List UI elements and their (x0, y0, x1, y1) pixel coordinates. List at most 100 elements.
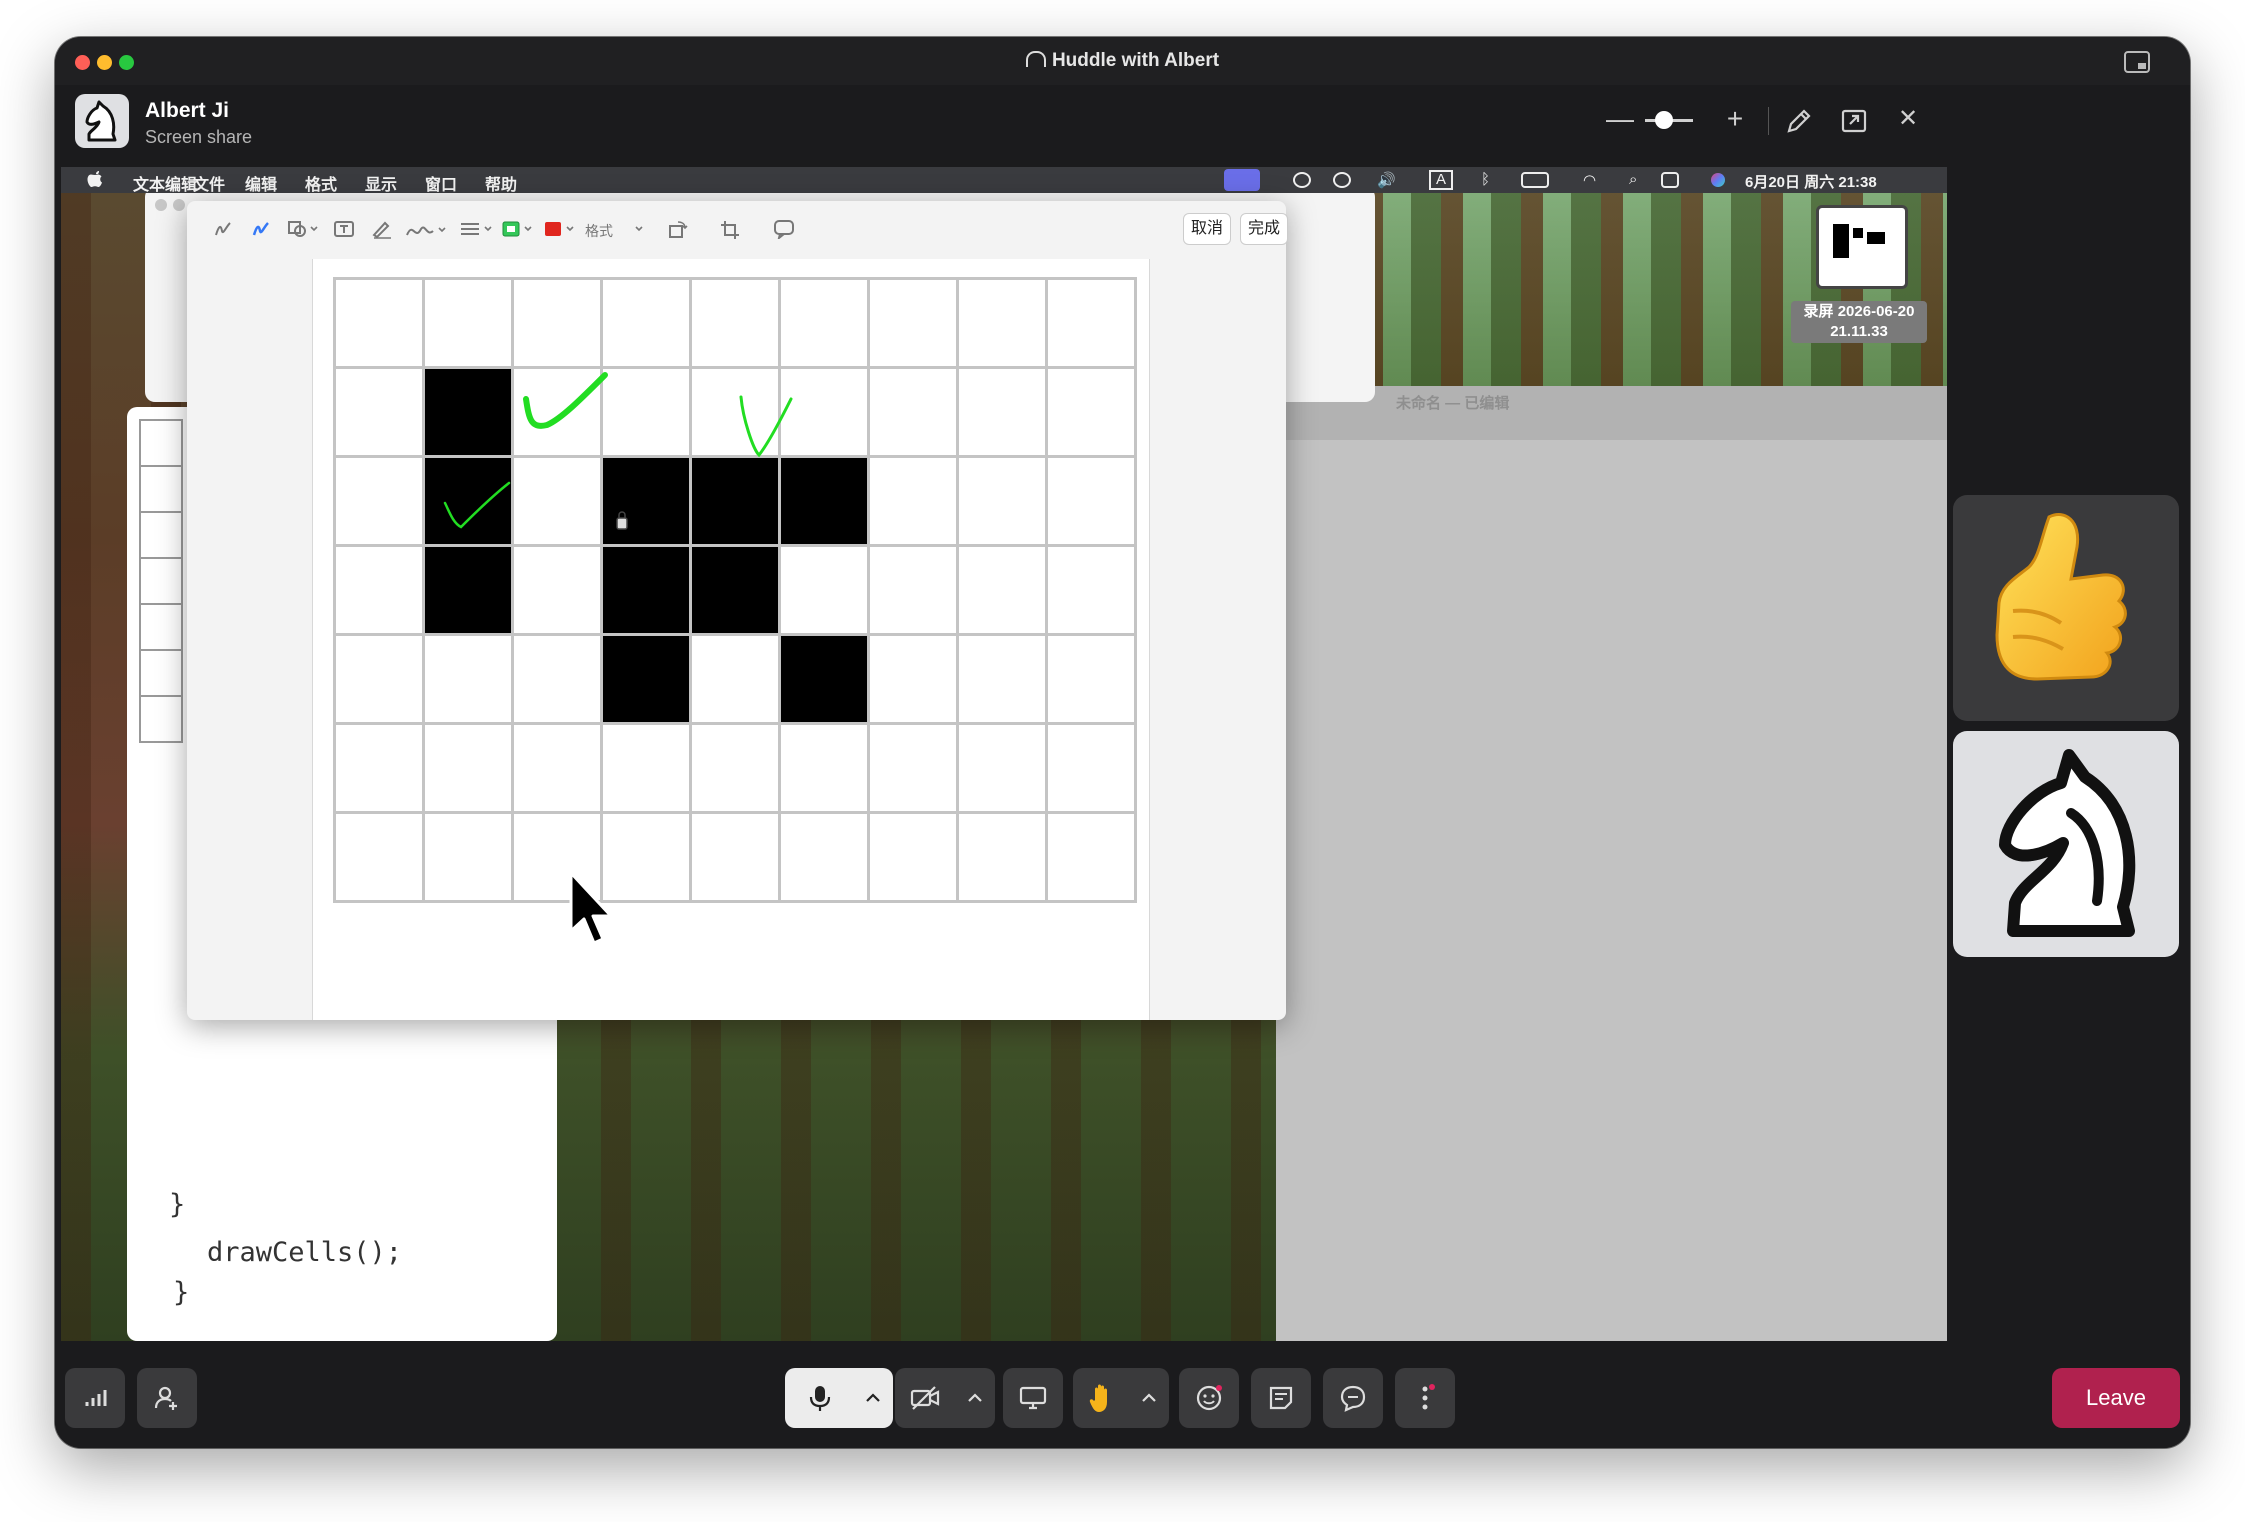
grid-cell[interactable] (511, 633, 603, 725)
grid-cell[interactable] (1045, 366, 1137, 458)
signature-tool-icon[interactable] (405, 219, 451, 241)
grid-cell-filled[interactable] (600, 633, 692, 725)
grid-cell-filled[interactable] (422, 544, 514, 636)
grid-cell-filled[interactable] (689, 455, 781, 547)
microphone-button[interactable] (785, 1368, 853, 1428)
grid-cell-filled[interactable] (600, 455, 692, 547)
checkmark-annotation[interactable] (733, 389, 803, 469)
grid-cell[interactable] (867, 811, 959, 903)
zoom-slider-knob[interactable] (1655, 111, 1673, 129)
text-box-icon[interactable] (333, 219, 355, 239)
grid-cell[interactable] (1045, 277, 1137, 369)
menu-view[interactable]: 显示 (365, 171, 397, 195)
zoom-in-button[interactable]: + (1715, 99, 1755, 139)
grid-cell[interactable] (778, 277, 870, 369)
huddle-thread-button[interactable] (1323, 1368, 1383, 1428)
qr-code-thumbnail[interactable] (1816, 205, 1908, 289)
grid-cell[interactable] (422, 633, 514, 725)
sign-tool-icon[interactable] (371, 219, 393, 239)
cell-grid[interactable] (333, 277, 1137, 903)
menu-format[interactable]: 格式 (305, 171, 337, 195)
zoom-out-button[interactable]: — (1600, 99, 1640, 139)
reactions-options-button[interactable] (1129, 1368, 1169, 1428)
grid-cell[interactable] (1045, 544, 1137, 636)
grid-cell[interactable] (1045, 722, 1137, 814)
grid-cell[interactable] (956, 633, 1048, 725)
grid-cell[interactable] (422, 722, 514, 814)
grid-cell[interactable] (333, 811, 425, 903)
grid-cell[interactable] (689, 633, 781, 725)
emoji-reaction-button[interactable] (1179, 1368, 1239, 1428)
crop-icon[interactable] (719, 219, 741, 239)
text-format-menu[interactable]: 格式 (585, 221, 613, 241)
grid-cell[interactable] (867, 544, 959, 636)
menu-help[interactable]: 帮助 (485, 171, 517, 195)
grid-cell[interactable] (867, 277, 959, 369)
volume-icon[interactable]: 🔊 (1377, 171, 1396, 189)
camera-button[interactable] (895, 1368, 955, 1428)
grid-cell[interactable] (956, 277, 1048, 369)
border-color-icon[interactable] (501, 219, 537, 239)
grid-cell-filled[interactable] (689, 544, 781, 636)
grid-cell[interactable] (867, 633, 959, 725)
picture-in-picture-icon[interactable] (2124, 51, 2150, 73)
grid-cell[interactable] (333, 455, 425, 547)
leave-huddle-button[interactable]: Leave (2052, 1368, 2180, 1428)
siri-icon[interactable] (1711, 173, 1725, 187)
sketch-tool-icon[interactable] (213, 219, 233, 239)
sharer-avatar[interactable] (75, 94, 129, 148)
menu-app[interactable]: 文本编辑 (133, 171, 197, 195)
grid-cell[interactable] (956, 544, 1048, 636)
close-share-button[interactable]: ✕ (1888, 99, 1928, 139)
apple-icon[interactable] (87, 170, 103, 188)
grid-cell[interactable] (511, 544, 603, 636)
grid-cell[interactable] (778, 544, 870, 636)
rotate-icon[interactable] (667, 219, 689, 239)
grid-cell[interactable] (867, 722, 959, 814)
grid-cell[interactable] (956, 455, 1048, 547)
share-screen-button[interactable] (1003, 1368, 1063, 1428)
grid-cell[interactable] (333, 544, 425, 636)
grid-cell[interactable] (422, 277, 514, 369)
grid-cell[interactable] (689, 722, 781, 814)
grid-cell[interactable] (511, 455, 603, 547)
annotate-icon[interactable] (773, 219, 795, 239)
checkmark-annotation[interactable] (439, 477, 519, 537)
draw-tool-icon[interactable] (251, 219, 271, 239)
input-source-icon[interactable]: A (1429, 170, 1454, 190)
camera-options-button[interactable] (955, 1368, 995, 1428)
checkmark-annotation[interactable] (521, 369, 611, 439)
grid-cell-filled[interactable] (778, 633, 870, 725)
bluetooth-icon[interactable]: ᛒ (1481, 171, 1490, 188)
fullscreen-icon[interactable] (1840, 107, 1868, 135)
play-icon[interactable] (1333, 172, 1351, 188)
raise-hand-button[interactable] (1073, 1368, 1129, 1428)
grid-cell[interactable] (778, 722, 870, 814)
chevron-down-icon[interactable] (635, 219, 643, 239)
done-button[interactable]: 完成 (1240, 213, 1288, 245)
grid-cell[interactable] (511, 722, 603, 814)
grid-cell-filled[interactable] (600, 544, 692, 636)
menu-edit[interactable]: 编辑 (245, 171, 277, 195)
grid-cell[interactable] (1045, 633, 1137, 725)
grid-cell[interactable] (689, 277, 781, 369)
grid-cell[interactable] (333, 633, 425, 725)
grid-cell[interactable] (333, 366, 425, 458)
grid-cell[interactable] (867, 366, 959, 458)
grid-cell[interactable] (956, 722, 1048, 814)
line-style-icon[interactable] (459, 219, 495, 239)
recording-file-label[interactable]: 录屏 2026-06-20 21.11.33 (1791, 301, 1927, 343)
microphone-options-button[interactable] (853, 1368, 893, 1428)
grid-cell[interactable] (333, 722, 425, 814)
huddle-notes-button[interactable] (1251, 1368, 1311, 1428)
grid-cell-filled[interactable] (778, 455, 870, 547)
grid-cell[interactable] (600, 366, 692, 458)
grid-cell[interactable] (956, 366, 1048, 458)
grid-cell[interactable] (422, 811, 514, 903)
grid-cell[interactable] (1045, 811, 1137, 903)
grid-cell[interactable] (689, 811, 781, 903)
grid-cell[interactable] (867, 455, 959, 547)
grid-cell[interactable] (600, 277, 692, 369)
participant-tile-albert[interactable] (1953, 731, 2179, 957)
pencil-icon[interactable] (1785, 107, 1813, 135)
